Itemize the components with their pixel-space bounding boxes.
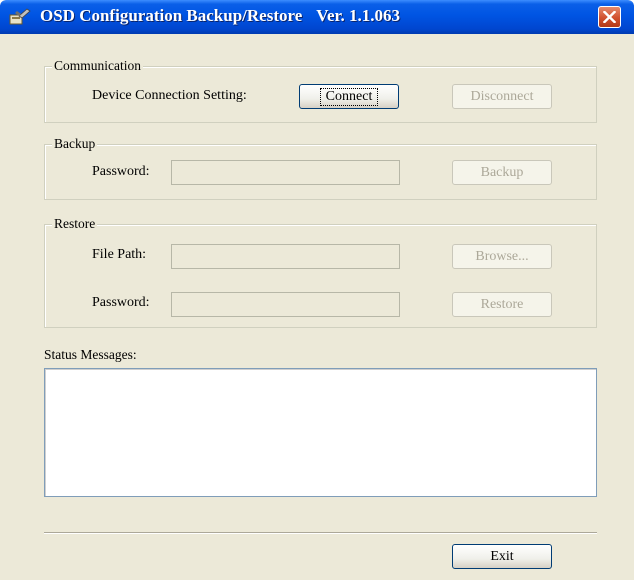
connect-button-label: Connect — [319, 88, 379, 106]
restore-button-label: Restore — [480, 297, 524, 312]
backup-button-label: Backup — [480, 165, 524, 180]
window-version: Ver. 1.1.063 — [316, 6, 401, 25]
backup-button[interactable]: Backup — [452, 160, 552, 185]
file-path-label: File Path: — [92, 247, 147, 262]
disconnect-button[interactable]: Disconnect — [452, 84, 552, 109]
app-window: OSD Configuration Backup/Restore Ver. 1.1… — [0, 0, 634, 585]
browse-button[interactable]: Browse... — [452, 244, 552, 269]
disconnect-button-label: Disconnect — [470, 89, 534, 104]
status-messages-box[interactable] — [44, 368, 597, 497]
restore-button[interactable]: Restore — [452, 292, 552, 317]
file-path-field[interactable] — [171, 244, 400, 269]
device-connection-setting-label: Device Connection Setting: — [92, 88, 247, 103]
backup-password-field[interactable] — [171, 160, 400, 185]
restore-password-field[interactable] — [171, 292, 400, 317]
status-messages-label: Status Messages: — [44, 347, 137, 362]
restore-group-title: Restore — [52, 216, 98, 232]
exit-button[interactable]: Exit — [452, 544, 552, 569]
bottom-strip — [0, 580, 634, 585]
browse-button-label: Browse... — [475, 249, 529, 264]
communication-group-title: Communication — [52, 58, 143, 74]
restore-password-label: Password: — [92, 295, 150, 310]
window-title-text: OSD Configuration Backup/Restore — [40, 6, 303, 25]
title-bar[interactable]: OSD Configuration Backup/Restore Ver. 1.1… — [0, 0, 634, 34]
app-tools-icon — [9, 8, 31, 26]
footer-separator — [44, 532, 597, 534]
backup-group-title: Backup — [52, 136, 98, 152]
connect-button[interactable]: Connect — [299, 84, 399, 109]
window-title: OSD Configuration Backup/Restore Ver. 1.1… — [40, 6, 400, 26]
backup-password-label: Password: — [92, 164, 150, 179]
close-button[interactable] — [598, 6, 621, 28]
exit-button-label: Exit — [490, 549, 514, 564]
